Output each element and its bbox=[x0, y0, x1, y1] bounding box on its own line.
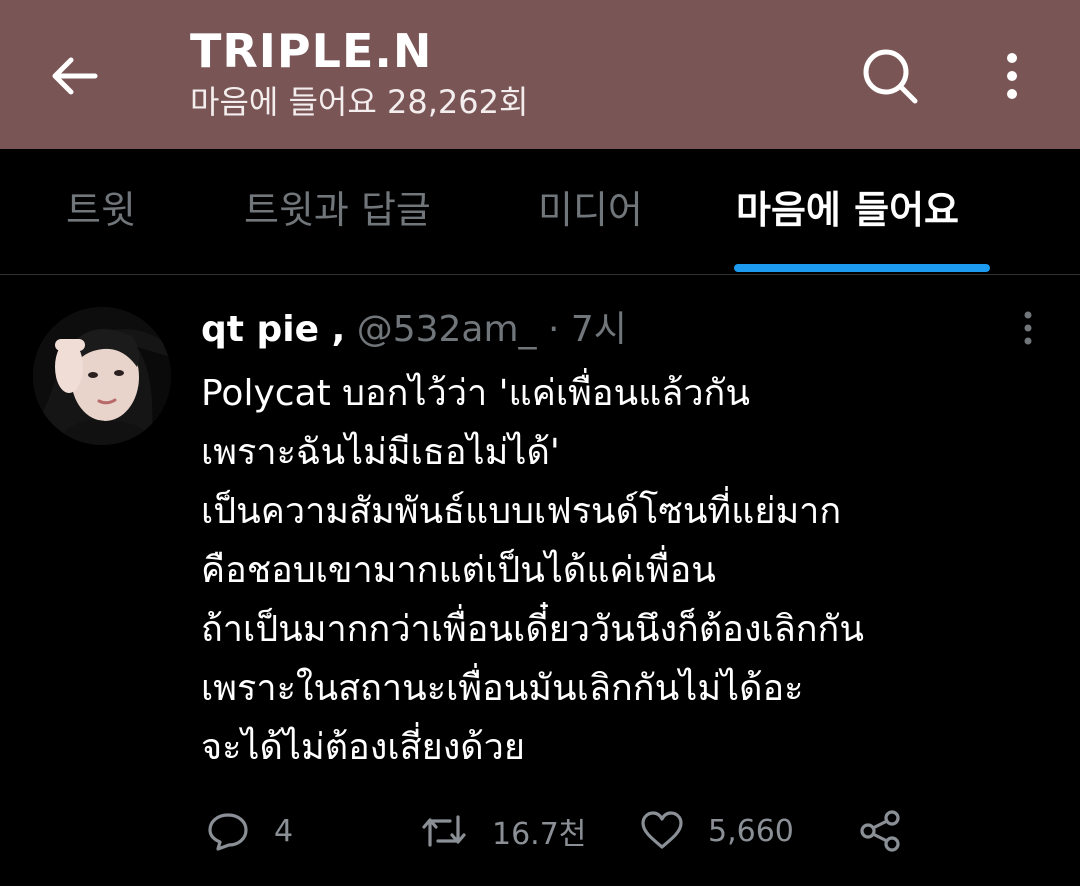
retweet-button[interactable]: 16.7천 bbox=[420, 809, 586, 853]
reply-icon bbox=[208, 813, 248, 851]
back-arrow-icon bbox=[52, 57, 98, 95]
tab-tweets-and-replies[interactable]: 트윗과 답글 bbox=[244, 185, 431, 235]
avatar[interactable] bbox=[33, 307, 171, 445]
tab-likes[interactable]: 마음에 들어요 bbox=[736, 185, 959, 235]
tweet-text: Polycat บอกไว้ว่า 'แค่เพื่อนแล้วกัน เพรา… bbox=[201, 373, 864, 768]
like-button[interactable]: 5,660 bbox=[640, 809, 794, 853]
avatar-photo bbox=[33, 307, 171, 445]
tweet-header: qt pie , @532am_ · 7시 bbox=[201, 306, 627, 354]
share-button[interactable] bbox=[858, 809, 902, 853]
reply-button[interactable]: 4 bbox=[206, 809, 293, 853]
profile-header: TRIPLE.N 마음에 들어요 28,262회 bbox=[190, 24, 528, 124]
tweet-card[interactable]: qt pie , @532am_ · 7시 Polycat บอกไว้ว่า … bbox=[0, 276, 1080, 886]
display-name[interactable]: qt pie , bbox=[201, 309, 345, 350]
search-button[interactable] bbox=[858, 44, 922, 108]
like-icon bbox=[641, 811, 683, 849]
likes-count-subtitle: 마음에 들어요 28,262회 bbox=[190, 83, 529, 121]
user-handle[interactable]: @532am_ bbox=[357, 309, 537, 350]
retweet-count: 16.7천 bbox=[492, 817, 587, 852]
search-icon bbox=[863, 49, 918, 104]
more-vertical-icon bbox=[1024, 311, 1032, 345]
more-options-button[interactable] bbox=[990, 44, 1034, 108]
active-tab-indicator bbox=[734, 264, 990, 272]
tweet-time[interactable]: 7시 bbox=[571, 309, 627, 350]
back-button[interactable] bbox=[44, 48, 104, 104]
profile-tabs: 트윗 트윗과 답글 미디어 마음에 들어요 bbox=[0, 149, 1080, 275]
tab-media[interactable]: 미디어 bbox=[538, 185, 643, 235]
reply-count: 4 bbox=[274, 813, 294, 849]
profile-title: TRIPLE.N bbox=[190, 24, 433, 78]
top-app-bar: TRIPLE.N 마음에 들어요 28,262회 bbox=[0, 0, 1080, 149]
tweet-more-button[interactable] bbox=[1010, 306, 1046, 350]
separator-dot: · bbox=[548, 309, 560, 350]
share-icon bbox=[860, 810, 900, 852]
tab-tweets[interactable]: 트윗 bbox=[66, 185, 136, 235]
retweet-icon bbox=[422, 815, 466, 847]
like-count: 5,660 bbox=[708, 813, 794, 849]
tweet-actions: 4 16.7천 5,660 bbox=[0, 801, 1080, 871]
more-vertical-icon bbox=[1007, 53, 1017, 99]
